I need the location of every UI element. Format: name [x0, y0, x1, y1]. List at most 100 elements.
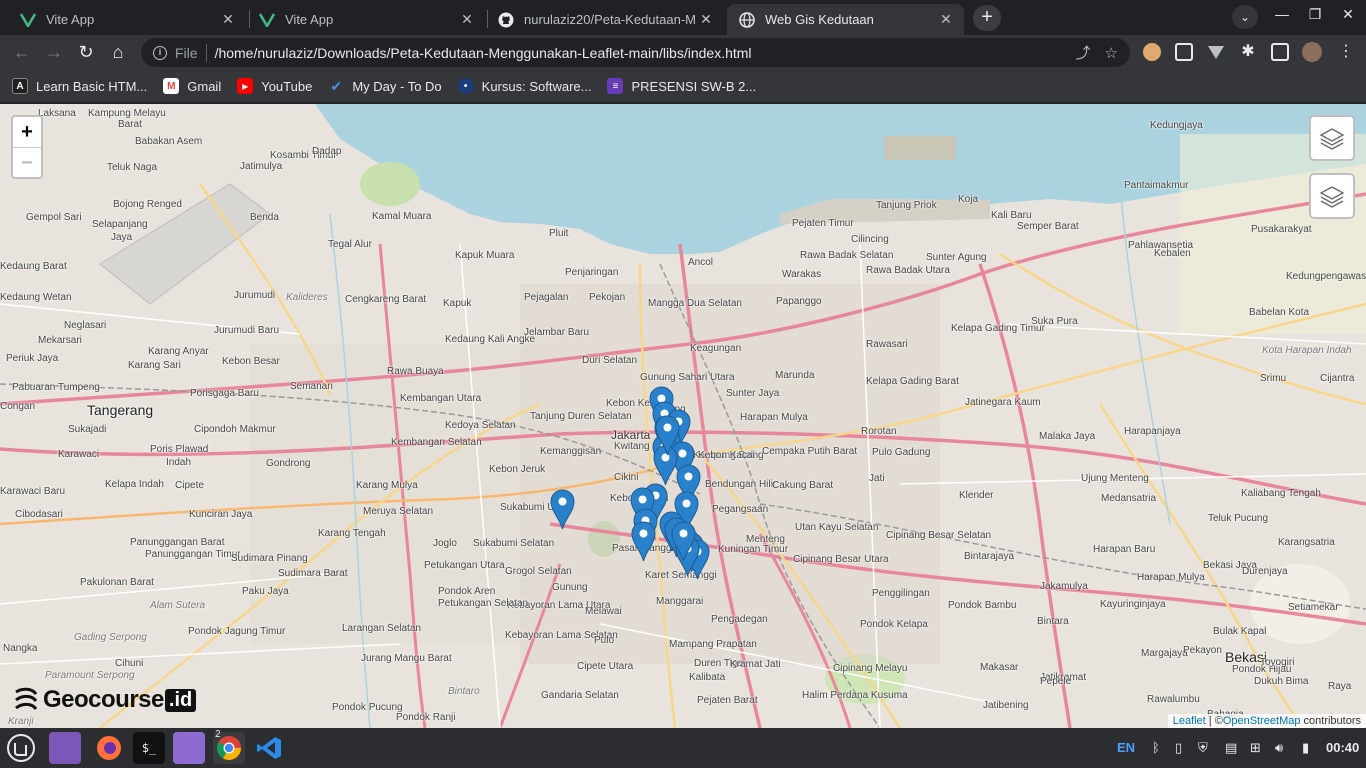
close-window-icon[interactable]: ✕ — [1338, 6, 1358, 26]
close-tab-icon[interactable]: ✕ — [938, 11, 954, 28]
zoom-in-button[interactable]: + — [13, 117, 41, 147]
place-label: Larangan Selatan — [342, 623, 421, 634]
place-label: Cikini — [614, 472, 639, 483]
share-icon[interactable]: ⤴ — [1076, 42, 1091, 63]
embassy-marker-icon[interactable] — [655, 415, 680, 456]
place-label: Ujung Menteng — [1081, 473, 1149, 484]
bookmark-my-day[interactable]: ✔ My Day - To Do — [328, 78, 441, 94]
place-label: Pondok Pucung — [332, 702, 403, 713]
mint-menu-icon[interactable] — [5, 732, 37, 764]
maximize-icon[interactable]: ❐ — [1305, 6, 1325, 26]
firefox-icon[interactable] — [93, 732, 125, 764]
place-label: Makasar — [980, 662, 1019, 673]
bookmark-presensi[interactable]: ≡ PRESENSI SW-B 2... — [607, 78, 756, 94]
place-label: Keagungan — [690, 343, 742, 354]
place-label: Tanjung Duren Selatan — [530, 411, 632, 422]
notes-icon[interactable]: ▤ — [1225, 740, 1237, 756]
place-label: Cipinang Melayu — [833, 663, 908, 674]
shield-icon[interactable]: ⛨ — [1198, 740, 1208, 756]
place-label: Karang Mulya — [356, 480, 418, 491]
youtube-icon: ▶ — [237, 78, 254, 94]
kursus-icon: • — [457, 78, 474, 94]
forward-arrow-icon[interactable]: → — [42, 40, 66, 64]
bookmark-learn-html[interactable]: A Learn Basic HTM... — [12, 78, 147, 94]
place-label: Petukangan Selatan — [438, 598, 529, 609]
site-info-icon[interactable]: i — [153, 45, 167, 60]
tab-vite-app-1[interactable]: Vite App ✕ — [8, 4, 246, 35]
embassy-marker-icon[interactable] — [550, 489, 575, 530]
volume-icon[interactable]: 🔊︎ — [1275, 740, 1283, 756]
place-label: Cipondoh Makmur — [194, 424, 276, 435]
place-label: Gading Serpong — [74, 632, 147, 643]
close-tab-icon[interactable]: ✕ — [220, 11, 236, 28]
bookmark-kursus[interactable]: • Kursus: Software... — [457, 78, 592, 94]
tab-web-gis-kedutaan[interactable]: Web Gis Kedutaan ✕ — [727, 4, 964, 35]
place-label: Pengadegan — [711, 614, 768, 625]
place-label: Gunung — [552, 582, 588, 593]
url-text[interactable]: /home/nurulaziz/Downloads/Peta-Kedutaan-… — [215, 45, 1062, 61]
place-label: Kelapa Indah — [105, 479, 164, 490]
network-icon[interactable]: ⊞ — [1250, 740, 1261, 756]
tab-vite-app-2[interactable]: Vite App ✕ — [247, 4, 485, 35]
clipboard-icon[interactable]: ▯ — [1175, 740, 1182, 756]
place-label: Kebon Kacang — [698, 450, 764, 461]
leaflet-map[interactable]: Laksana Kampung Melayu Barat Babakan Asem Ko… — [0, 104, 1366, 728]
place-label: Medansatria — [1101, 493, 1157, 504]
bookmark-youtube[interactable]: ▶ YouTube — [237, 78, 312, 94]
place-label: Jatimulya — [240, 161, 283, 172]
place-label: Rawalumbu — [1147, 694, 1200, 705]
leaflet-link[interactable]: Leaflet — [1173, 715, 1206, 727]
bookmark-gmail[interactable]: M Gmail — [163, 78, 221, 94]
chrome-icon[interactable]: 2 — [213, 729, 245, 764]
place-label: Suka Pura — [1031, 316, 1078, 327]
place-label: Neglasari — [64, 320, 107, 331]
place-label: Rawa Badak Selatan — [800, 250, 894, 261]
bluetooth-icon[interactable]: ᛒ — [1152, 740, 1160, 755]
zoom-out-button[interactable]: − — [13, 147, 41, 177]
extension-avatar-icon[interactable] — [1143, 43, 1161, 61]
folder-icon[interactable] — [173, 732, 205, 764]
minimize-icon[interactable]: — — [1272, 6, 1292, 26]
tab-search-icon[interactable]: ⌄ — [1232, 5, 1258, 29]
battery-icon[interactable]: ▮ — [1302, 740, 1309, 756]
menu-kebab-icon[interactable]: ⋮ — [1334, 40, 1358, 64]
keyboard-language[interactable]: EN — [1117, 740, 1135, 755]
new-tab-button[interactable]: + — [973, 5, 1001, 31]
logo-name: Geocourse — [43, 686, 164, 713]
place-label: Harapan Mulya — [740, 412, 808, 423]
extensions-puzzle-icon[interactable]: ✱ — [1239, 43, 1257, 61]
home-icon[interactable]: ⌂ — [106, 40, 130, 64]
osm-link[interactable]: OpenStreetMap — [1223, 715, 1301, 727]
embassy-marker-icon[interactable] — [631, 521, 656, 562]
files-icon[interactable] — [49, 732, 81, 764]
url-divider — [205, 43, 207, 62]
back-arrow-icon[interactable]: ← — [10, 40, 34, 64]
close-tab-icon[interactable]: ✕ — [698, 11, 714, 28]
reload-icon[interactable]: ↻ — [74, 40, 98, 64]
place-label: Gandaria Selatan — [541, 690, 619, 701]
place-label: Panunggangan Timur — [145, 549, 241, 560]
url-scheme: File — [175, 44, 198, 61]
place-label: Harapanjaya — [1124, 426, 1181, 437]
layers-control-2[interactable] — [1309, 173, 1355, 219]
side-panel-icon[interactable] — [1271, 43, 1289, 61]
place-label: Bojong Renged — [113, 199, 182, 210]
close-tab-icon[interactable]: ✕ — [459, 11, 475, 28]
place-label: Klender — [959, 490, 994, 501]
place-label: Toyogiri — [1260, 657, 1295, 668]
profile-avatar[interactable] — [1302, 42, 1322, 62]
place-label: Jurang Mangu Barat — [361, 653, 452, 664]
layers-control-1[interactable] — [1309, 115, 1355, 161]
vscode-icon[interactable] — [253, 732, 285, 764]
bookmark-star-icon[interactable]: ☆ — [1105, 44, 1118, 62]
tab-github[interactable]: nurulaziz20/Peta-Kedutaan-M ✕ — [486, 4, 724, 35]
bookmark-label: Kursus: Software... — [481, 78, 592, 94]
qr-code-icon[interactable] — [1175, 43, 1193, 61]
terminal-icon[interactable]: $_ — [133, 732, 165, 764]
place-label: Bintarajaya — [964, 551, 1015, 562]
place-label: Tanjung Priok — [876, 200, 937, 211]
vue-devtools-icon[interactable] — [1207, 43, 1225, 61]
embassy-marker-icon[interactable] — [671, 521, 696, 562]
address-bar[interactable]: i File /home/nurulaziz/Downloads/Peta-Ke… — [141, 38, 1130, 67]
place-label: Pakulonan Barat — [80, 577, 154, 588]
